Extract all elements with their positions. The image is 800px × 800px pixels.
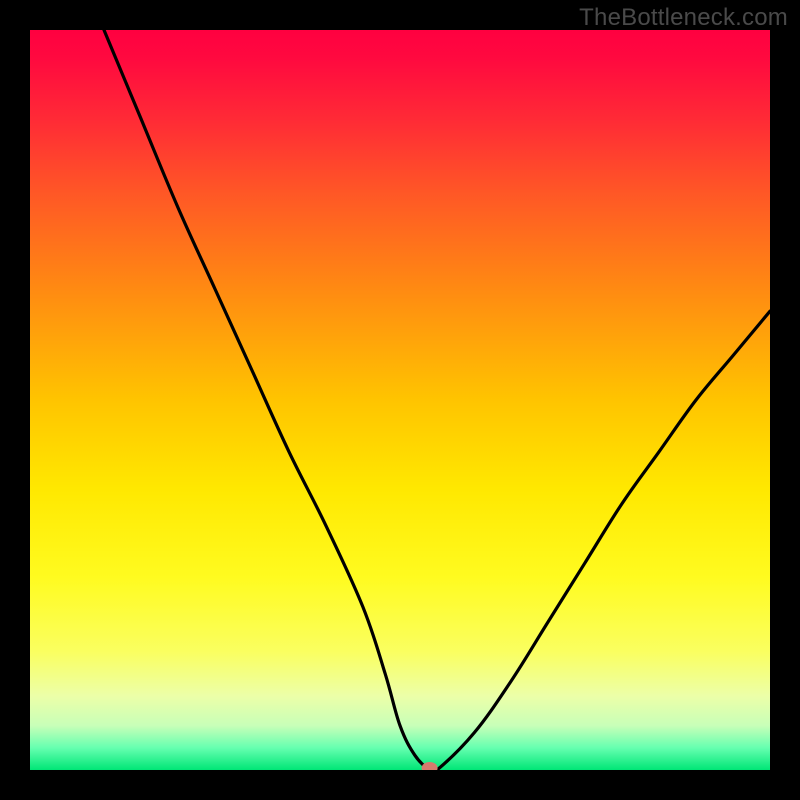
chart-background — [30, 30, 770, 770]
bottleneck-chart — [30, 30, 770, 770]
attribution-text: TheBottleneck.com — [579, 4, 788, 32]
chart-frame — [30, 30, 770, 770]
